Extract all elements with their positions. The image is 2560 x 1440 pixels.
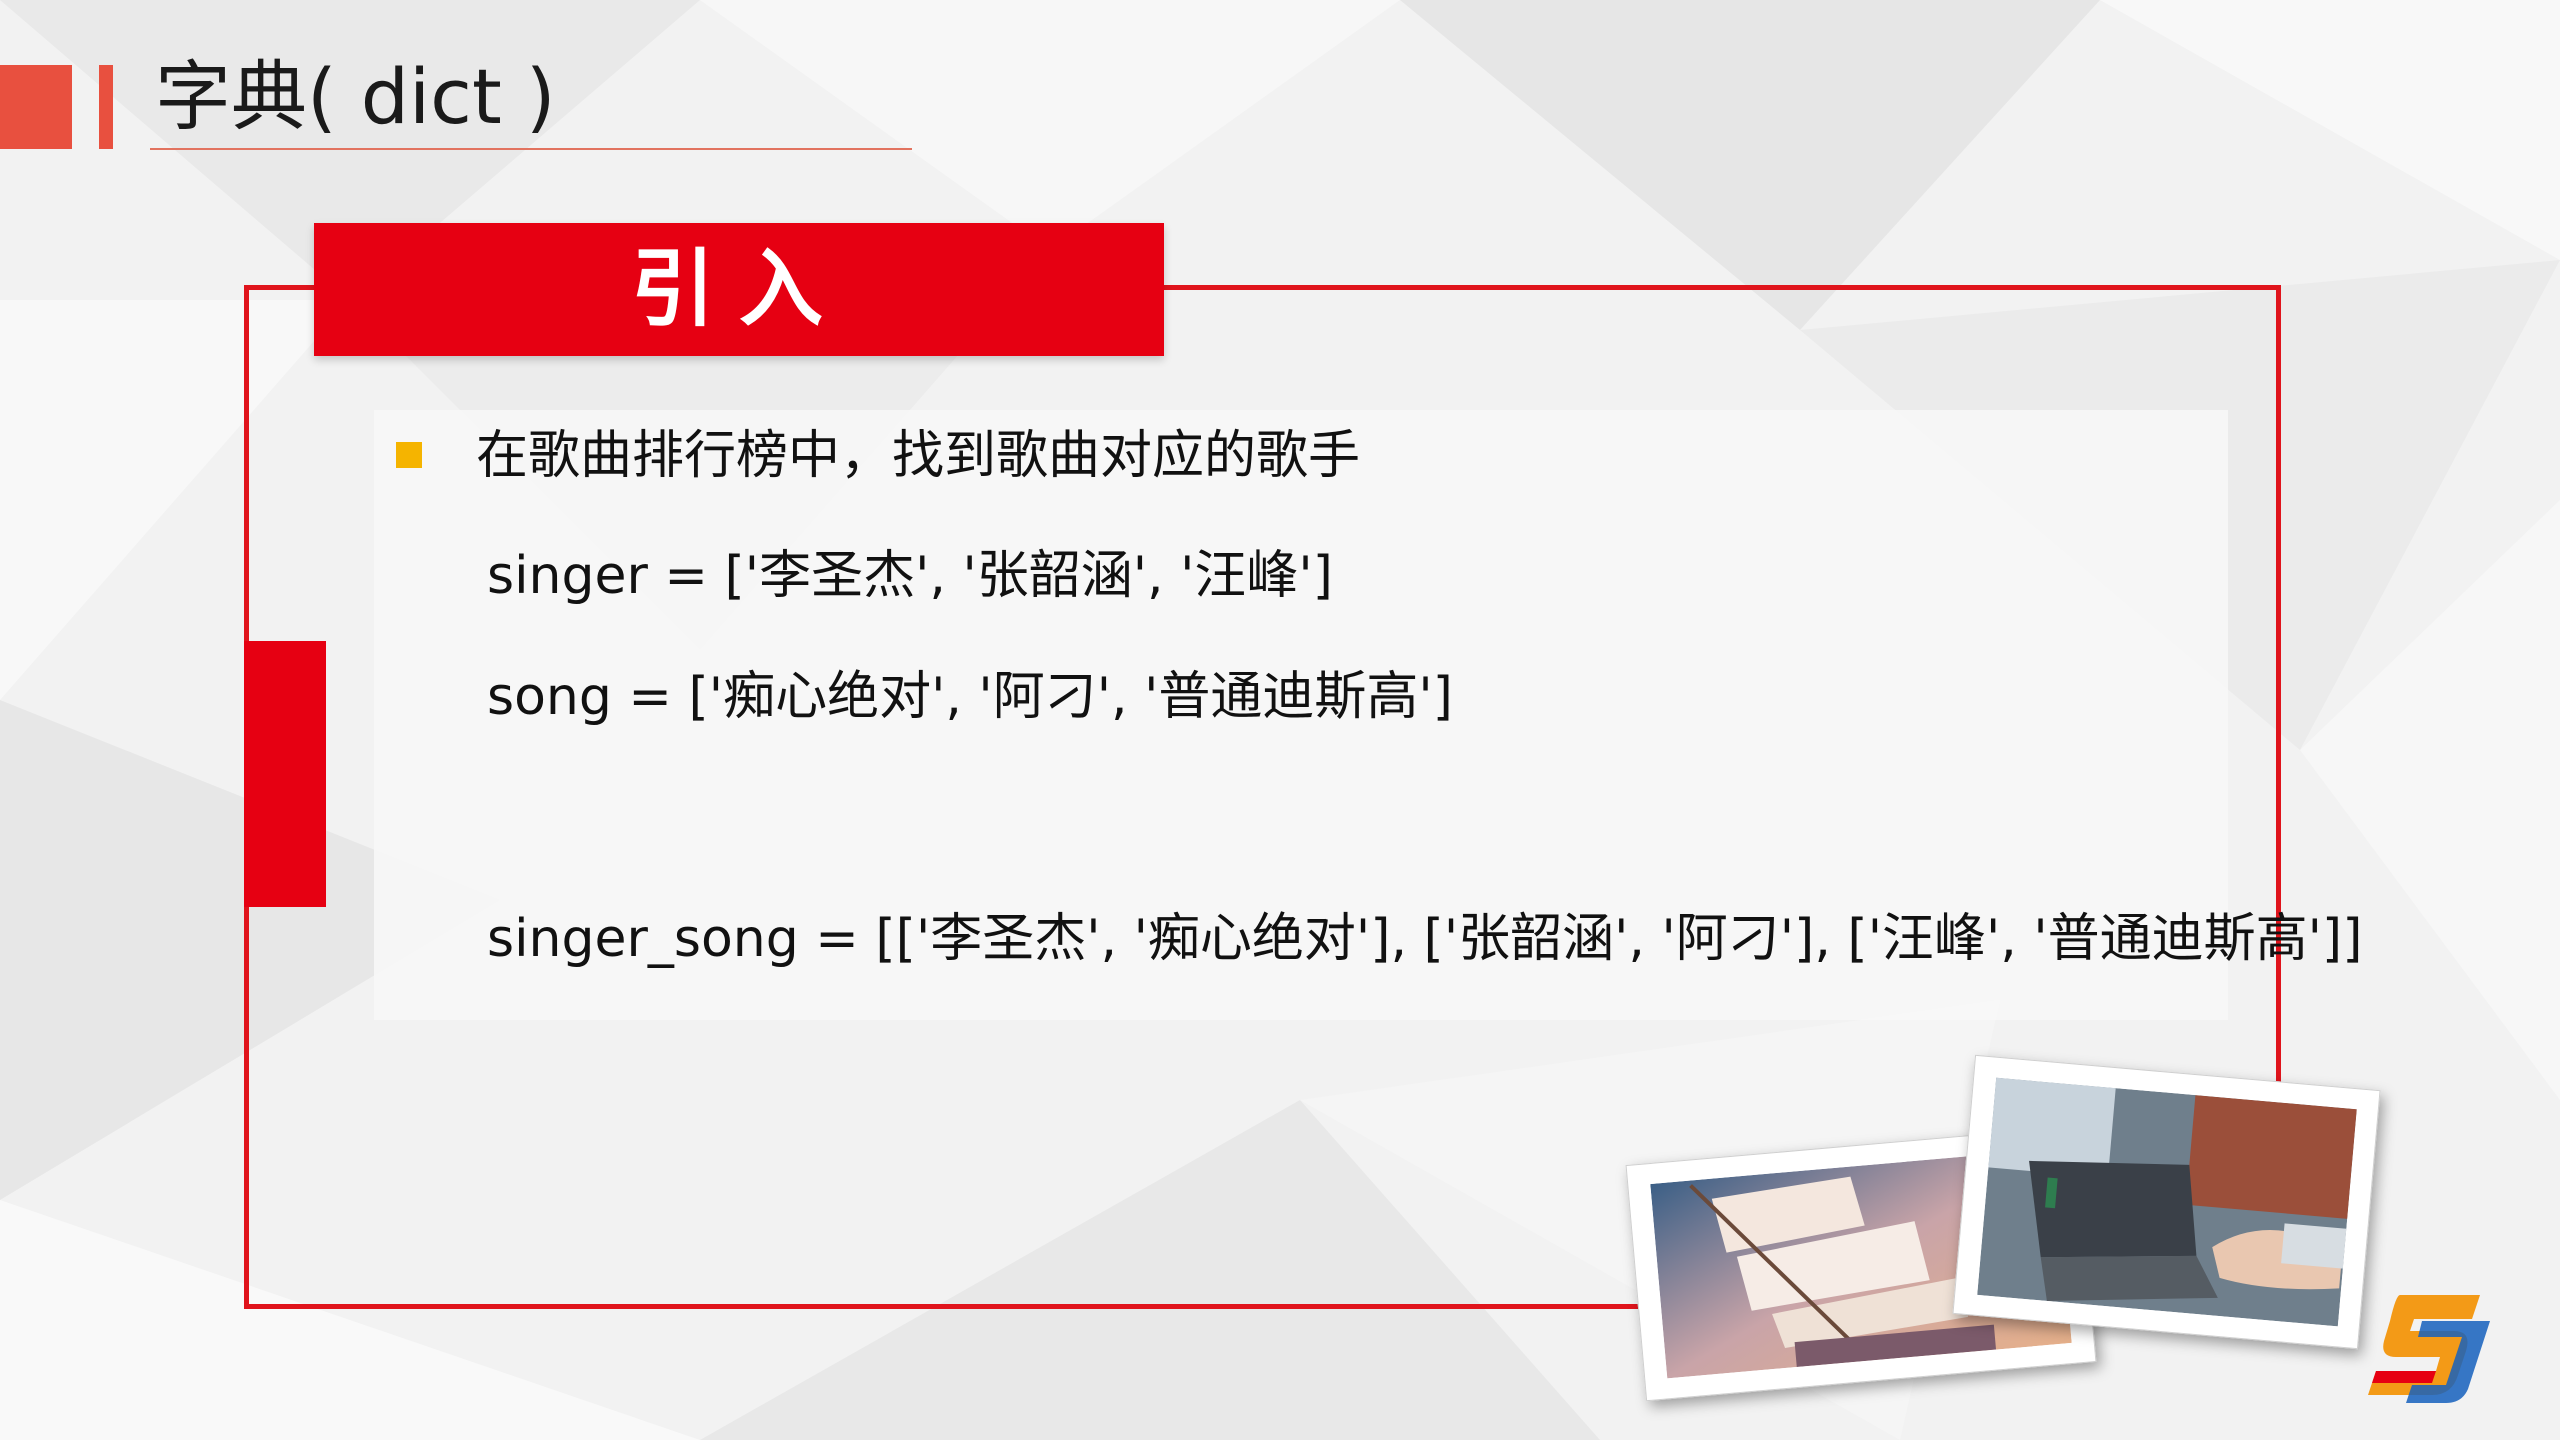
code-line-singer: singer = ['李圣杰', '张韶涵', '汪峰'] [487, 546, 1333, 606]
side-accent-tab [244, 641, 326, 907]
brand-logo-sj [2368, 1295, 2490, 1403]
laptop-typing-image [1977, 1077, 2357, 1327]
section-tab-label: 引入 [630, 240, 847, 338]
header-accent-bar [99, 65, 113, 149]
header-accent-block [0, 65, 72, 149]
prompt-text: 在歌曲排行榜中，找到歌曲对应的歌手 [476, 426, 1361, 486]
bullet-square-icon [396, 442, 422, 468]
title-underline [150, 148, 912, 150]
laptop-typing-photo [1952, 1054, 2381, 1350]
code-line-song: song = ['痴心绝对', '阿刁', '普通迪斯高'] [487, 667, 1453, 727]
code-line-singer-song: singer_song = [['李圣杰', '痴心绝对'], ['张韶涵', … [487, 909, 2363, 969]
section-tab: 引入 [314, 223, 1164, 356]
page-title: 字典( dict ) [155, 52, 556, 141]
